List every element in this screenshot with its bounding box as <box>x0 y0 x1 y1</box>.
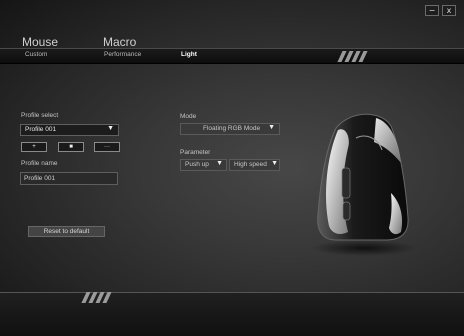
reset-to-default-button[interactable]: Reset to default <box>28 226 105 237</box>
direction-value: Push up <box>185 161 209 168</box>
decorative-stripes <box>81 292 112 303</box>
subtab-performance[interactable]: Performance <box>104 51 141 58</box>
parameter-label: Parameter <box>180 149 211 156</box>
dropdown-arrow-icon: ▼ <box>107 125 114 132</box>
footer-bar <box>0 292 464 336</box>
profile-name-input[interactable] <box>20 172 118 185</box>
close-button[interactable]: x <box>442 5 456 16</box>
add-profile-button[interactable]: + <box>21 142 47 152</box>
mode-value: Floating RGB Mode <box>203 125 261 132</box>
profile-select-label: Profile select <box>21 112 59 119</box>
window-controls: − x <box>425 5 456 16</box>
direction-dropdown[interactable]: Push up ▼ <box>180 159 227 171</box>
profile-select-dropdown[interactable]: Profile 001 ▼ <box>20 124 119 136</box>
speed-value: High speed <box>234 161 267 168</box>
subtab-bar: Custom Performance Light <box>0 48 464 64</box>
dropdown-arrow-icon: ▼ <box>216 160 223 167</box>
subtab-light[interactable]: Light <box>181 51 197 58</box>
more-options-button[interactable]: ··· <box>94 142 120 152</box>
mouse-image <box>312 113 416 256</box>
mode-label: Mode <box>180 113 197 120</box>
minimize-button[interactable]: − <box>425 5 439 16</box>
speed-dropdown[interactable]: High speed ▼ <box>229 159 280 171</box>
delete-profile-button[interactable]: ■ <box>58 142 84 152</box>
mode-dropdown[interactable]: Floating RGB Mode ▼ <box>180 123 280 135</box>
tab-mouse[interactable]: Mouse <box>22 35 58 49</box>
decorative-stripes <box>337 51 368 62</box>
app-window: − x Mouse Macro Custom Performance Light… <box>0 0 464 336</box>
profile-select-value: Profile 001 <box>25 126 57 133</box>
profile-name-label: Profile name <box>21 160 58 167</box>
tab-macro[interactable]: Macro <box>103 35 136 49</box>
subtab-custom[interactable]: Custom <box>25 51 47 58</box>
dropdown-arrow-icon: ▼ <box>268 124 275 131</box>
dropdown-arrow-icon: ▼ <box>271 160 278 167</box>
